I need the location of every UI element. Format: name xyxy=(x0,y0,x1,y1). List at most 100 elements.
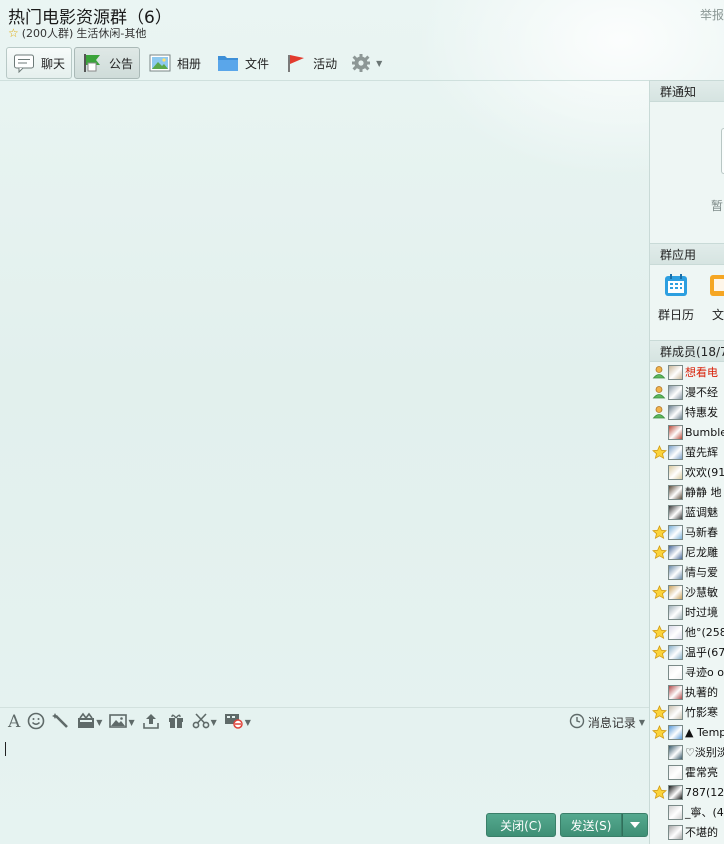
star-level-icon xyxy=(650,642,668,662)
announcement-flag-icon xyxy=(81,53,103,73)
apps-header-label: 群应用 xyxy=(660,247,697,262)
member-name: 温乎(67 xyxy=(685,646,724,659)
notice-header-label: 群通知 xyxy=(660,84,697,99)
member-row[interactable]: 沙慧敏 xyxy=(650,582,724,602)
app-label: 文 xyxy=(712,308,724,322)
tab-label: 活动 xyxy=(313,56,338,71)
member-list: 想看电漫不经特惠发 Bumbleb 萤先辉欢欢(91 静静 地蓝调魅马新春尼龙雕情与爱… xyxy=(650,362,724,842)
member-name: 时过境 xyxy=(685,606,718,619)
member-row[interactable]: ♡淡别淡 xyxy=(650,742,724,762)
magic-wand-button[interactable] xyxy=(52,708,70,736)
avatar xyxy=(668,524,683,540)
star-level-icon xyxy=(650,622,668,642)
member-name: 竹影寒 xyxy=(685,706,718,719)
member-name: 马新春 xyxy=(685,526,718,539)
avatar xyxy=(668,764,683,780)
notice-section-header[interactable]: 群通知 xyxy=(650,80,724,102)
member-row[interactable]: 萤先辉 xyxy=(650,442,724,462)
app-label: 群日历 xyxy=(657,308,694,322)
member-row[interactable]: ▲ Temp xyxy=(650,722,724,742)
tab-chat[interactable]: 聊天 xyxy=(6,47,73,79)
right-sidebar: 群通知 暂 群应用 群日历 文 群成员(18/7 想看电 漫不经 特惠发 Bumble… xyxy=(649,80,724,844)
avatar xyxy=(668,684,683,700)
chevron-down-icon: ▼ xyxy=(210,717,217,727)
upload-button[interactable] xyxy=(142,708,160,736)
no-role-spacer xyxy=(650,682,668,702)
screen-block-menu-button[interactable]: ▼ xyxy=(224,708,251,736)
star-level-icon xyxy=(650,522,668,542)
avatar xyxy=(668,624,683,640)
avatar xyxy=(668,704,683,720)
emoji-button[interactable] xyxy=(27,708,45,736)
member-row[interactable]: 时过境 xyxy=(650,602,724,622)
member-row[interactable]: 想看电 xyxy=(650,362,724,382)
member-row[interactable]: 他°(258 xyxy=(650,622,724,642)
member-row[interactable]: 静静 地 xyxy=(650,482,724,502)
member-row[interactable]: 蓝调魅 xyxy=(650,502,724,522)
avatar xyxy=(668,724,683,740)
tab-announcement[interactable]: 公告 xyxy=(74,47,141,79)
member-row[interactable]: 寻迹o o xyxy=(650,662,724,682)
font-button[interactable]: A xyxy=(8,708,20,736)
send-options-button[interactable] xyxy=(622,813,648,837)
avatar xyxy=(668,664,683,680)
settings-menu-button[interactable]: ▼ xyxy=(346,47,386,79)
member-name: 蓝调魅 xyxy=(685,506,718,519)
avatar xyxy=(668,604,683,620)
member-row[interactable]: 温乎(67 xyxy=(650,642,724,662)
members-section-header[interactable]: 群成员(18/7 xyxy=(650,340,724,362)
close-button[interactable]: 关闭(C) xyxy=(486,813,556,837)
members-header-label: 群成员(18/7 xyxy=(660,344,724,359)
member-name: ▲ Temp xyxy=(685,725,724,739)
member-name: 霍常亮 xyxy=(685,766,718,779)
star-icon: ☆ xyxy=(8,26,19,40)
tab-files[interactable]: 文件 xyxy=(210,47,276,79)
member-row[interactable]: 欢欢(91 xyxy=(650,462,724,482)
member-row[interactable]: 不堪的 xyxy=(650,822,724,842)
member-row[interactable]: 尼龙雕 xyxy=(650,542,724,562)
group-category[interactable]: 生活休闲-其他 xyxy=(76,25,146,41)
apps-section-header[interactable]: 群应用 xyxy=(650,243,724,265)
tab-activity[interactable]: 活动 xyxy=(278,47,344,79)
avatar xyxy=(668,404,683,420)
message-history-button[interactable]: 消息记录 ▼ xyxy=(569,708,645,736)
app-group-calendar[interactable]: 群日历 xyxy=(654,273,698,323)
member-name: 沙慧敏 xyxy=(685,586,718,599)
message-area[interactable] xyxy=(0,80,649,707)
folder-icon xyxy=(217,53,239,73)
member-row[interactable]: 竹影寒 xyxy=(650,702,724,722)
avatar xyxy=(668,444,683,460)
member-name: 想看电 xyxy=(685,366,718,379)
member-row[interactable]: Bumbleb xyxy=(650,422,724,442)
member-name: 尼龙雕 xyxy=(685,546,718,559)
member-name: 他°(258 xyxy=(685,626,724,639)
member-row[interactable]: 马新春 xyxy=(650,522,724,542)
no-role-spacer xyxy=(650,562,668,582)
send-button[interactable]: 发送(S) xyxy=(560,813,622,837)
avatar xyxy=(668,784,683,800)
screenshot-menu-button[interactable]: ▼ xyxy=(192,708,217,736)
photo-album-icon xyxy=(149,53,171,73)
member-row[interactable]: _寧、(4 xyxy=(650,802,724,822)
app-documents[interactable]: 文 xyxy=(708,273,724,323)
star-level-icon xyxy=(650,542,668,562)
member-row[interactable]: 特惠发 xyxy=(650,402,724,422)
member-row[interactable]: 787(126 xyxy=(650,782,724,802)
tab-label: 聊天 xyxy=(41,56,66,71)
tab-label: 文件 xyxy=(245,56,270,71)
chevron-down-icon xyxy=(630,822,640,828)
gift-box-menu-button[interactable]: ▼ xyxy=(77,708,102,736)
tab-album[interactable]: 相册 xyxy=(142,47,208,79)
image-menu-button[interactable]: ▼ xyxy=(109,708,135,736)
member-row[interactable]: 霍常亮 xyxy=(650,762,724,782)
member-row[interactable]: 情与爱 xyxy=(650,562,724,582)
gift-button[interactable] xyxy=(167,708,185,736)
message-input[interactable] xyxy=(0,736,649,812)
no-role-spacer xyxy=(650,742,668,762)
chevron-down-icon: ▼ xyxy=(128,717,135,727)
member-row[interactable]: 执著的 xyxy=(650,682,724,702)
text-cursor xyxy=(5,742,6,756)
member-row[interactable]: 漫不经 xyxy=(650,382,724,402)
gift-box-icon xyxy=(77,712,95,733)
report-link[interactable]: 举报 xyxy=(700,6,724,23)
